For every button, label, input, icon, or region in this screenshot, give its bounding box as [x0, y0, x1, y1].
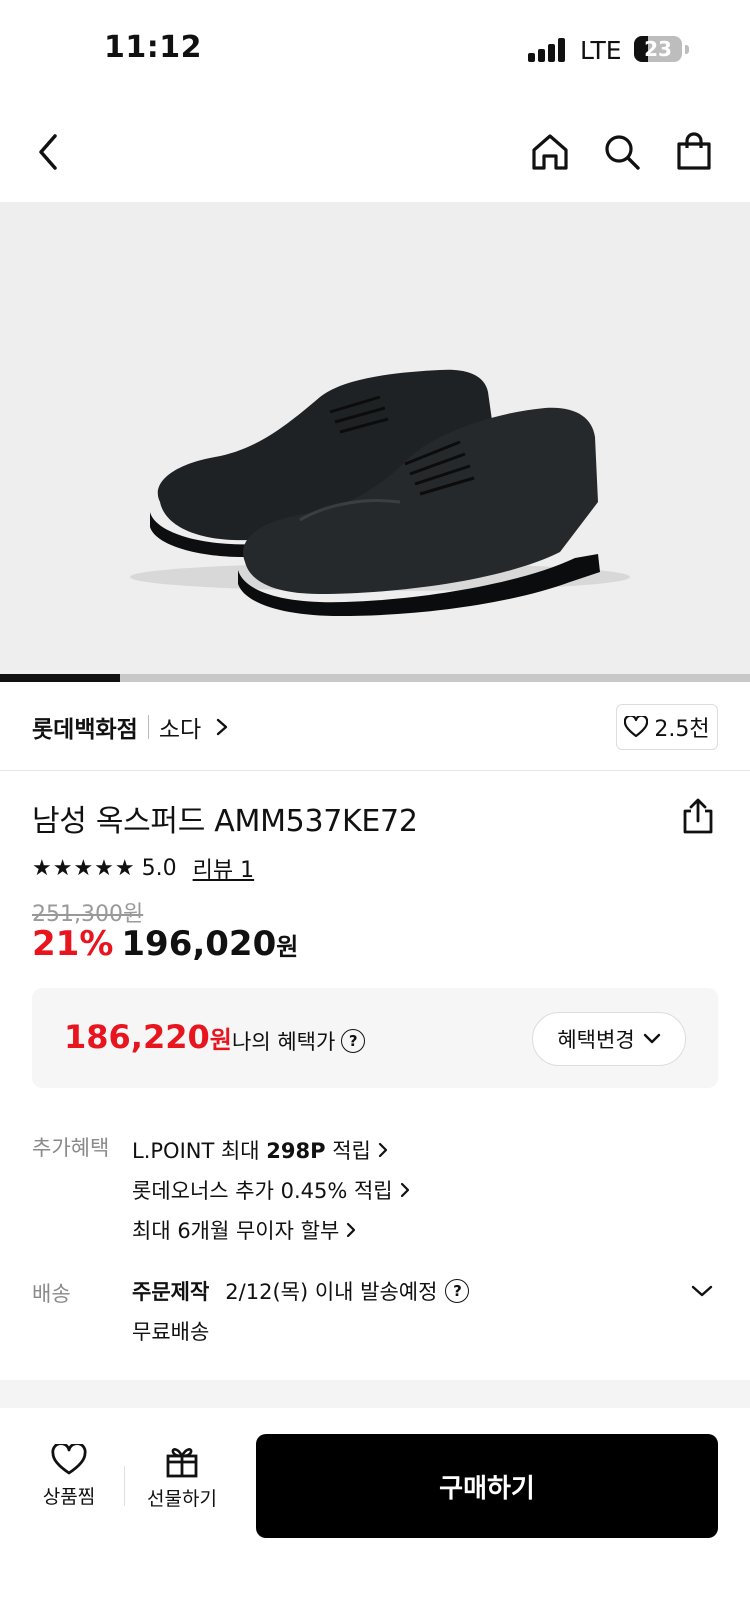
- benefit-price: 186,220 원: [64, 1018, 232, 1056]
- shopping-bag-icon: [677, 132, 711, 170]
- shipping-fee: 무료배송: [132, 1320, 210, 1344]
- benefit-price-value: 186,220: [64, 1018, 210, 1056]
- cart-button[interactable]: [668, 126, 720, 178]
- benefit-change-button[interactable]: 혜택변경: [532, 1012, 686, 1066]
- back-button[interactable]: [22, 126, 74, 178]
- rating-row: ★★★★★ 5.0 리뷰 1: [32, 852, 254, 884]
- brand-like-button[interactable]: 2.5천: [616, 704, 718, 750]
- back-icon: [39, 134, 57, 170]
- section-divider: [0, 1380, 750, 1408]
- benefit-label-text: 나의 혜택가: [232, 1030, 336, 1054]
- chevron-right-icon: [216, 718, 228, 736]
- extra-benefit-installment[interactable]: 최대 6개월 무이자 할부: [132, 1210, 411, 1250]
- battery-tip: [685, 45, 689, 54]
- sale-price: 196,020: [121, 924, 277, 964]
- store-name: 롯데백화점: [32, 717, 138, 743]
- benefit-price-unit: 원: [209, 1026, 232, 1054]
- gift-label: 선물하기: [147, 1488, 217, 1510]
- battery-icon: 23: [634, 36, 682, 62]
- chevron-right-icon: [347, 1222, 356, 1238]
- brand-divider: [147, 715, 149, 739]
- help-icon[interactable]: ?: [341, 1029, 366, 1053]
- benefit-price-box: 186,220 원 나의 혜택가 ? 혜택변경: [32, 988, 718, 1088]
- shipping-info: 주문제작 2/12(목) 이내 발송예정 ?: [132, 1276, 470, 1306]
- discount-rate: 21%: [32, 924, 114, 964]
- bottom-divider: [124, 1466, 125, 1506]
- chevron-down-icon: [643, 1033, 660, 1044]
- extra-benefit-label: 추가혜택: [32, 1136, 110, 1160]
- help-icon[interactable]: ?: [445, 1279, 470, 1303]
- battery-level: 23: [644, 37, 672, 61]
- price-unit: 원: [276, 933, 299, 961]
- chevron-right-icon: [378, 1142, 387, 1158]
- benefit-label: 나의 혜택가 ?: [232, 1026, 366, 1056]
- extra-benefit-list: L.POINT 최대 298P 적립 롯데오너스 추가 0.45% 적립 최대 …: [132, 1130, 411, 1250]
- wishlist-label: 상품찜: [42, 1486, 96, 1508]
- wishlist-button[interactable]: 상품찜: [34, 1444, 104, 1509]
- search-icon: [605, 135, 640, 170]
- rating-value: 5.0: [141, 855, 177, 881]
- brand-name[interactable]: 소다: [159, 710, 201, 744]
- owners-text: 롯데오너스 추가 0.45% 적립: [132, 1179, 393, 1203]
- extra-benefit-lpoint[interactable]: L.POINT 최대 298P 적립: [132, 1130, 411, 1170]
- review-link[interactable]: 리뷰 1: [193, 852, 254, 884]
- share-button[interactable]: [674, 792, 722, 840]
- divider: [0, 770, 750, 771]
- status-time: 11:12: [104, 30, 202, 65]
- shipping-expand-button[interactable]: [684, 1276, 720, 1306]
- lpoint-text: L.POINT 최대 298P 적립: [132, 1139, 371, 1163]
- buy-button[interactable]: 구매하기: [256, 1434, 718, 1538]
- installment-text: 최대 6개월 무이자 할부: [132, 1219, 340, 1243]
- image-progress-bar: [0, 674, 750, 682]
- shipping-date: 2/12(목) 이내 발송예정: [225, 1280, 438, 1304]
- image-progress-fill: [0, 674, 120, 682]
- heart-icon: [51, 1444, 87, 1475]
- signal-icon: [528, 38, 568, 62]
- gift-button[interactable]: 선물하기: [142, 1444, 222, 1511]
- network-type: LTE: [580, 36, 622, 65]
- price-row: 21% 196,020 원: [32, 924, 298, 964]
- product-title: 남성 옥스퍼드 AMM537KE72: [32, 804, 418, 839]
- brand-row[interactable]: 롯데백화점 소다: [32, 710, 229, 744]
- benefit-change-label: 혜택변경: [557, 1028, 635, 1052]
- extra-benefit-owners[interactable]: 롯데오너스 추가 0.45% 적립: [132, 1170, 411, 1210]
- share-icon: [683, 798, 713, 834]
- shipping-label: 배송: [32, 1282, 71, 1306]
- heart-icon: [624, 716, 649, 738]
- like-count: 2.5천: [654, 717, 710, 742]
- chevron-down-icon: [691, 1285, 713, 1297]
- star-rating-icons: ★★★★★: [32, 855, 136, 881]
- search-button[interactable]: [596, 126, 648, 178]
- home-button[interactable]: [524, 126, 576, 178]
- shipping-type: 주문제작: [132, 1280, 210, 1304]
- home-icon: [532, 134, 568, 170]
- gift-icon: [166, 1448, 198, 1478]
- chevron-right-icon: [400, 1182, 409, 1198]
- oxford-shoes-image: [130, 369, 630, 616]
- product-image[interactable]: [0, 202, 750, 674]
